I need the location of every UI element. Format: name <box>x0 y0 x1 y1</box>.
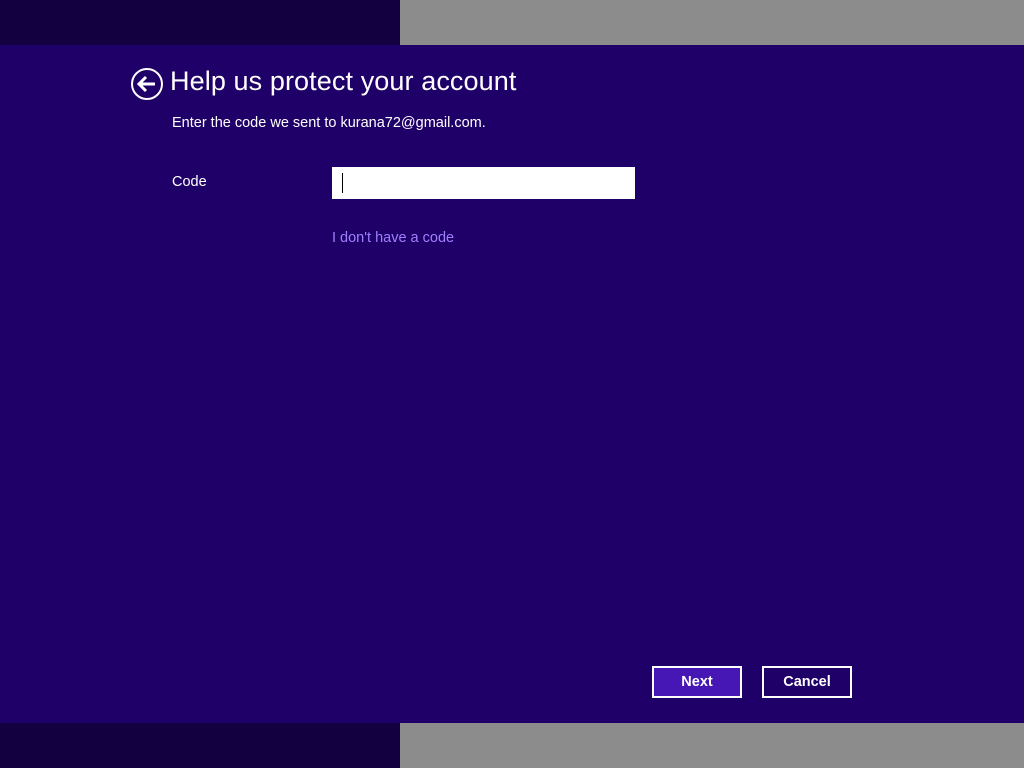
back-button[interactable] <box>131 68 163 100</box>
code-label: Code <box>172 174 207 190</box>
bottom-strip <box>0 723 1024 768</box>
bottom-strip-gray <box>400 723 1024 768</box>
dialog: Help us protect your account Enter the c… <box>0 45 1024 723</box>
page-title: Help us protect your account <box>170 66 517 96</box>
code-input[interactable] <box>332 167 635 199</box>
top-strip-gray <box>400 0 1024 45</box>
text-caret <box>342 173 343 193</box>
next-button[interactable]: Next <box>652 666 742 698</box>
cancel-button[interactable]: Cancel <box>762 666 852 698</box>
no-code-link[interactable]: I don't have a code <box>332 230 454 246</box>
top-strip <box>0 0 1024 45</box>
page-subtitle: Enter the code we sent to kurana72@gmail… <box>172 115 486 131</box>
back-arrow-icon <box>137 75 157 93</box>
bottom-strip-dark <box>0 723 400 768</box>
top-strip-dark <box>0 0 400 45</box>
